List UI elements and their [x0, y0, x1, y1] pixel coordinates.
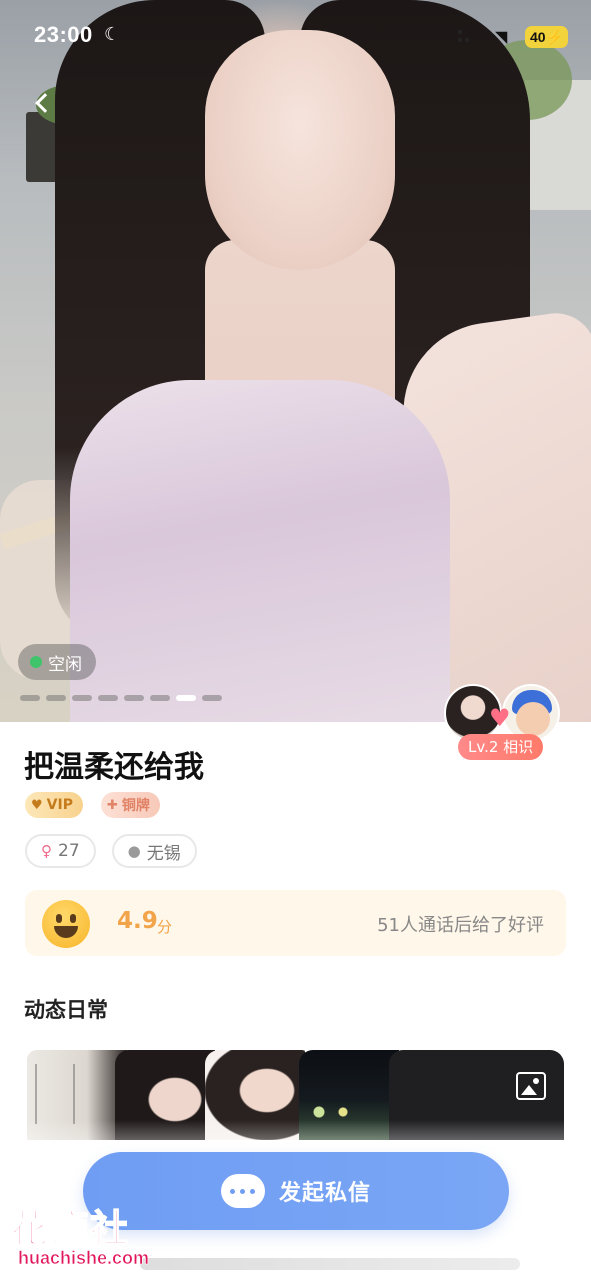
moon-icon: ☾: [104, 24, 121, 45]
badge-row: ♥ VIP ✚ 铜牌: [25, 792, 160, 818]
medal-icon: ✚: [106, 797, 118, 813]
intimacy-level-badge[interactable]: ♥ Lv.2 相识: [444, 684, 564, 760]
age-chip: ♀ 27: [25, 834, 96, 868]
bronze-badge-label: 铜牌: [121, 798, 150, 814]
profile-photo[interactable]: [0, 0, 591, 722]
online-status-label: 空闲: [48, 654, 82, 675]
info-chips: ♀ 27 ● 无锡: [25, 834, 197, 868]
profile-name: 把温柔还给我: [24, 750, 204, 785]
status-time: 23:00: [34, 22, 93, 47]
carousel-dot[interactable]: [98, 695, 118, 701]
photo-dress: [70, 380, 450, 722]
moments-section-title: 动态日常: [24, 998, 108, 1022]
age-value: 27: [58, 841, 80, 861]
online-status-badge: 空闲: [18, 644, 96, 680]
smiley-icon: [42, 900, 90, 948]
photo-carousel-indicator[interactable]: [20, 695, 222, 701]
heart-icon: ♥: [489, 704, 511, 732]
rating-score: 4.9: [117, 908, 158, 934]
carousel-dot[interactable]: [20, 695, 40, 701]
carousel-dot-active[interactable]: [176, 695, 196, 701]
status-bar: 23:00 ☾ ◥ 40⚡: [0, 22, 591, 56]
battery-indicator: 40⚡: [525, 26, 569, 48]
location-chip: ● 无锡: [111, 834, 197, 868]
carousel-dot[interactable]: [124, 695, 144, 701]
carousel-dot[interactable]: [72, 695, 92, 701]
carousel-dot[interactable]: [150, 695, 170, 701]
chat-bubble-icon: [220, 1174, 265, 1208]
rating-summary: 51人通话后给了好评: [377, 915, 544, 936]
back-button[interactable]: [30, 92, 55, 116]
carousel-dot[interactable]: [46, 695, 66, 701]
rating-unit: 分: [157, 918, 173, 936]
photo-face: [205, 30, 395, 270]
location-value: 无锡: [146, 843, 181, 864]
location-pin-icon: ●: [127, 842, 141, 860]
intimacy-level-label: Lv.2 相识: [458, 734, 544, 760]
carousel-dot[interactable]: [202, 695, 222, 701]
home-indicator: [140, 1258, 520, 1270]
rating-card[interactable]: 4.9 分 51人通话后给了好评: [25, 890, 566, 956]
signal-icon: [458, 30, 470, 44]
wifi-icon: ◥: [495, 27, 508, 46]
vip-badge[interactable]: ♥ VIP: [25, 792, 83, 818]
battery-level: 40: [530, 29, 546, 45]
watermark-logo: 花痴社 huachishe.com: [9, 1198, 150, 1274]
vip-badge-label: VIP: [46, 797, 73, 813]
send-message-label: 发起私信: [278, 1181, 371, 1206]
image-icon: [516, 1072, 546, 1100]
female-icon: ♀: [41, 842, 52, 860]
watermark-cn: 花痴社: [9, 1206, 131, 1252]
bronze-badge[interactable]: ✚ 铜牌: [100, 792, 160, 818]
status-dot-icon: [30, 656, 42, 668]
chevron-left-icon: [35, 93, 55, 113]
watermark-en: huachishe.com: [18, 1248, 150, 1269]
crown-icon: ♥: [31, 797, 43, 813]
